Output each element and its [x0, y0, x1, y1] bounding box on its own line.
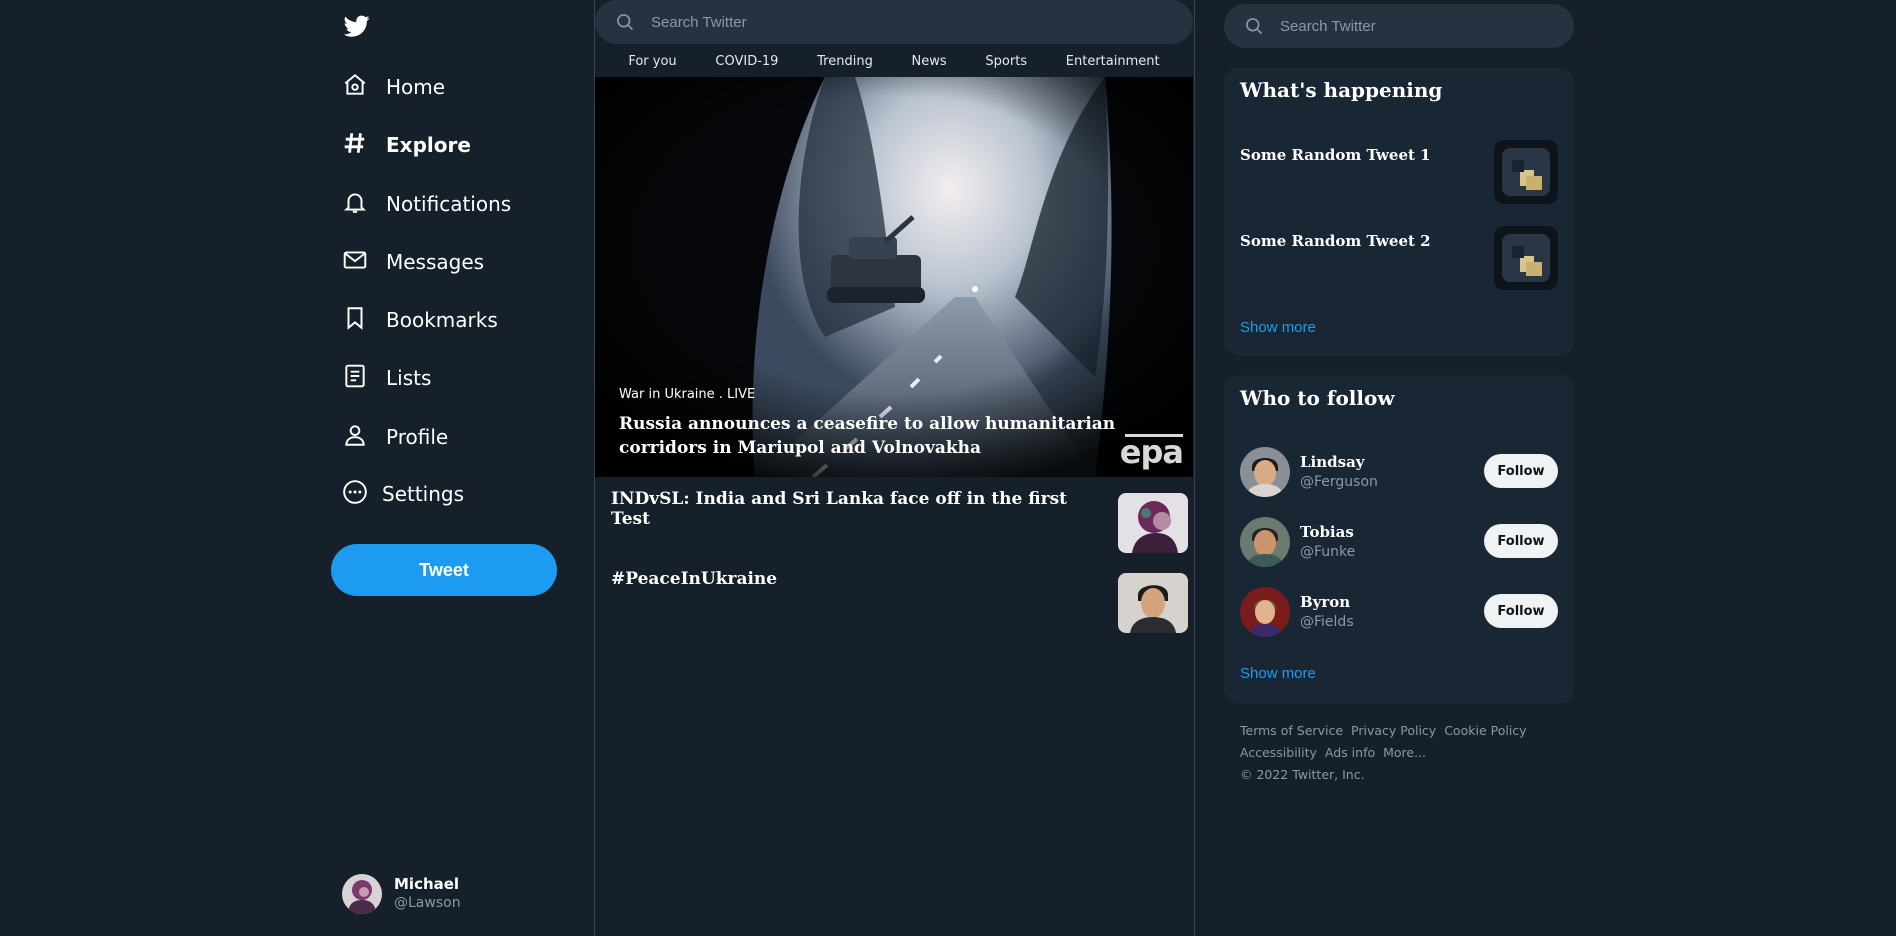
search-input[interactable]: Search Twitter: [651, 14, 747, 31]
trend-item[interactable]: Some Random Tweet 2: [1240, 226, 1558, 292]
nav-messages[interactable]: Messages: [342, 242, 484, 282]
nav-settings[interactable]: Settings: [342, 474, 464, 514]
sidebar-search-box[interactable]: Search Twitter: [1224, 4, 1574, 48]
left-sidebar: Home Explore Notifications Messages Book…: [330, 0, 580, 936]
suggested-user-name: Lindsay: [1300, 453, 1365, 471]
featured-caption: War in Ukraine . LIVE Russia announces a…: [619, 387, 1185, 460]
suggested-user-handle: @Funke: [1300, 544, 1356, 560]
news-title: INDvSL: India and Sri Lanka face off in …: [611, 489, 1068, 529]
nav-notifications-label: Notifications: [386, 192, 512, 216]
trend-item[interactable]: Some Random Tweet 1: [1240, 140, 1558, 206]
footer-link-ads-info[interactable]: Ads info: [1325, 745, 1375, 760]
person-icon: [342, 422, 368, 452]
nav-messages-label: Messages: [386, 250, 485, 274]
featured-kicker: War in Ukraine . LIVE: [619, 387, 756, 402]
footer-link-cookie[interactable]: Cookie Policy: [1444, 723, 1526, 738]
suggested-user-handle: @Ferguson: [1300, 474, 1378, 490]
follow-button[interactable]: Follow: [1484, 454, 1558, 488]
nav-home[interactable]: Home: [342, 67, 445, 107]
suggested-user-name: Tobias: [1300, 523, 1354, 541]
footer-link-terms[interactable]: Terms of Service: [1240, 723, 1343, 738]
tab-covid-19[interactable]: COVID-19: [715, 54, 778, 69]
show-more-link[interactable]: Show more: [1240, 665, 1316, 682]
envelope-icon: [342, 247, 368, 277]
nav-home-label: Home: [386, 75, 446, 99]
nav-profile-label: Profile: [386, 425, 449, 449]
nav-lists-label: Lists: [386, 366, 432, 390]
who-to-follow-panel: Who to follow Lindsay @Ferguson Follow T…: [1224, 375, 1574, 703]
news-thumbnail: [1118, 573, 1188, 633]
avatar: [1240, 517, 1290, 567]
nav-settings-label: Settings: [382, 482, 465, 506]
trend-thumbnail: [1494, 226, 1558, 290]
footer-link-more[interactable]: More...: [1383, 745, 1426, 760]
whats-happening-title: What's happening: [1240, 78, 1443, 102]
follow-button[interactable]: Follow: [1484, 524, 1558, 558]
featured-story[interactable]: War in Ukraine . LIVE Russia announces a…: [595, 77, 1193, 477]
footer-links: Terms of Service Privacy Policy Cookie Pol…: [1240, 720, 1570, 786]
whats-happening-panel: What's happening Some Random Tweet 1 Som…: [1224, 68, 1574, 356]
news-item[interactable]: #PeaceInUkraine: [595, 559, 1193, 633]
copyright: © 2022 Twitter, Inc.: [1240, 767, 1365, 782]
bookmark-icon: [342, 305, 368, 335]
nav-bookmarks-label: Bookmarks: [386, 308, 498, 332]
twitter-bird-icon[interactable]: [342, 13, 372, 39]
account-handle: @Lawson: [394, 895, 461, 911]
home-icon: [342, 72, 368, 102]
who-to-follow-title: Who to follow: [1240, 386, 1395, 410]
sidebar-search-input[interactable]: Search Twitter: [1280, 18, 1376, 35]
tab-trending[interactable]: Trending: [817, 54, 873, 69]
search-icon: [1244, 16, 1264, 36]
suggested-user-handle: @Fields: [1300, 614, 1354, 630]
tab-sports[interactable]: Sports: [985, 54, 1027, 69]
hashtag-icon: [342, 130, 368, 160]
explore-column: Search Twitter For you COVID-19 Trending…: [594, 0, 1195, 936]
explore-tabs: For you COVID-19 Trending News Sports En…: [595, 46, 1193, 76]
follow-suggestion[interactable]: Byron @Fields Follow: [1240, 587, 1558, 639]
bell-icon: [342, 189, 368, 219]
nav-profile[interactable]: Profile: [342, 417, 448, 457]
follow-suggestion[interactable]: Tobias @Funke Follow: [1240, 517, 1558, 569]
news-title: #PeaceInUkraine: [611, 569, 778, 589]
follow-button[interactable]: Follow: [1484, 594, 1558, 628]
avatar: [1240, 587, 1290, 637]
avatar: [342, 874, 382, 914]
avatar: [1240, 447, 1290, 497]
tab-for-you[interactable]: For you: [628, 54, 676, 69]
footer-link-privacy[interactable]: Privacy Policy: [1351, 723, 1436, 738]
nav-bookmarks[interactable]: Bookmarks: [342, 300, 498, 340]
tab-entertainment[interactable]: Entertainment: [1066, 54, 1160, 69]
watermark: epa: [1119, 433, 1184, 471]
more-circle-icon: [342, 479, 368, 509]
show-more-link[interactable]: Show more: [1240, 319, 1316, 336]
nav-explore[interactable]: Explore: [342, 125, 471, 165]
follow-suggestion[interactable]: Lindsay @Ferguson Follow: [1240, 447, 1558, 499]
nav-notifications[interactable]: Notifications: [342, 184, 511, 224]
tab-news[interactable]: News: [912, 54, 947, 69]
footer-link-accessibility[interactable]: Accessibility: [1240, 745, 1317, 760]
nav-explore-label: Explore: [386, 133, 471, 157]
search-box[interactable]: Search Twitter: [595, 0, 1193, 44]
news-item[interactable]: INDvSL: India and Sri Lanka face off in …: [595, 479, 1193, 553]
featured-headline: Russia announces a ceasefire to allow hu…: [619, 414, 1116, 458]
trend-thumbnail: [1494, 140, 1558, 204]
tweet-button[interactable]: Tweet: [331, 544, 557, 596]
suggested-user-name: Byron: [1300, 593, 1351, 611]
list-icon: [342, 363, 368, 393]
nav-lists[interactable]: Lists: [342, 358, 431, 398]
search-icon: [615, 12, 635, 32]
account-name: Michael: [394, 875, 460, 893]
news-thumbnail: [1118, 493, 1188, 553]
account-switcher[interactable]: Michael @Lawson: [342, 874, 461, 914]
